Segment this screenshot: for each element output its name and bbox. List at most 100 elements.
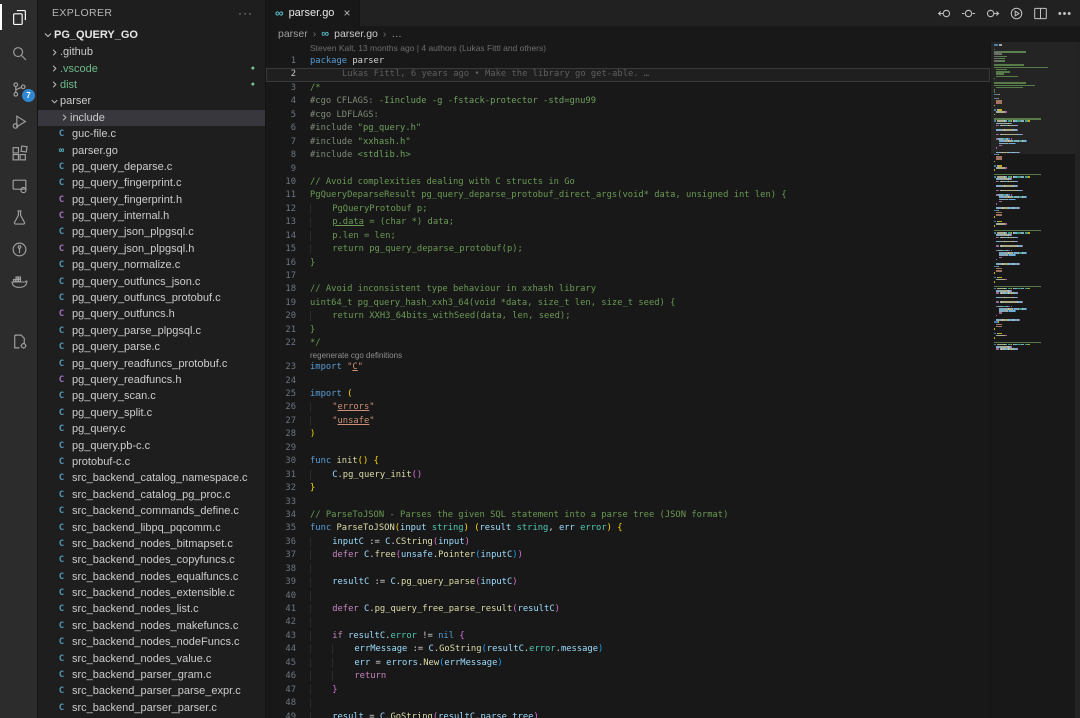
tree-file-pg_query_fingerprint.c[interactable]: Cpg_query_fingerprint.c <box>38 175 265 191</box>
line-number[interactable]: 12 <box>266 203 296 216</box>
play-circle-icon[interactable] <box>1009 6 1024 21</box>
line-number[interactable]: 45 <box>266 657 296 670</box>
line-number[interactable]: 7 <box>266 136 296 149</box>
line-number[interactable]: 24 <box>266 375 296 388</box>
line-number[interactable]: 49 <box>266 711 296 718</box>
code-line-33[interactable]: 33 <box>266 496 990 509</box>
activitybar-item-remote-explorer[interactable] <box>0 170 38 200</box>
code-line-29[interactable]: 29 <box>266 442 990 455</box>
code-line-2[interactable]: 2Lukas Fittl, 6 years ago • Make the lib… <box>266 68 990 81</box>
code-line-5[interactable]: 5#cgo LDFLAGS: <box>266 109 990 122</box>
code-line-32[interactable]: 32} <box>266 482 990 495</box>
tree-file-pg_query_json_plpgsql.h[interactable]: Cpg_query_json_plpgsql.h <box>38 241 265 257</box>
code-line-3[interactable]: 3/* <box>266 82 990 95</box>
code-line-23[interactable]: 23import "C" <box>266 361 990 374</box>
code-line-24[interactable]: 24 <box>266 375 990 388</box>
line-number[interactable]: 30 <box>266 455 296 468</box>
line-number[interactable]: 5 <box>266 109 296 122</box>
code-line-11[interactable]: 11PgQueryDeparseResult pg_query_deparse_… <box>266 189 990 202</box>
tree-file-src_backend_nodes_extensible.c[interactable]: Csrc_backend_nodes_extensible.c <box>38 585 265 601</box>
tree-folder-parser[interactable]: parser <box>38 93 265 109</box>
code-line-42[interactable]: 42 <box>266 616 990 629</box>
code-line-10[interactable]: 10// Avoid complexities dealing with C s… <box>266 176 990 189</box>
tree-file-pg_query_readfuncs.h[interactable]: Cpg_query_readfuncs.h <box>38 372 265 388</box>
line-number[interactable]: 33 <box>266 496 296 509</box>
tree-file-pg_query_json_plpgsql.c[interactable]: Cpg_query_json_plpgsql.c <box>38 224 265 240</box>
code-line-41[interactable]: 41 defer C.pg_query_free_parse_result(re… <box>266 603 990 616</box>
code-line-18[interactable]: 18// Avoid inconsistent type behaviour i… <box>266 283 990 296</box>
line-number[interactable]: 3 <box>266 82 296 95</box>
tree-file-src_backend_nodes_equalfuncs.c[interactable]: Csrc_backend_nodes_equalfuncs.c <box>38 569 265 585</box>
tree-file-src_backend_nodes_makefuncs.c[interactable]: Csrc_backend_nodes_makefuncs.c <box>38 618 265 634</box>
line-number[interactable]: 31 <box>266 469 296 482</box>
activitybar-item-project-manager[interactable] <box>0 326 38 356</box>
activitybar-item-search[interactable] <box>0 38 38 68</box>
line-number[interactable]: 38 <box>266 563 296 576</box>
activitybar-item-explorer[interactable] <box>0 2 38 32</box>
tree-file-parser.go[interactable]: ∞parser.go <box>38 142 265 158</box>
activitybar-item-run-and-debug[interactable] <box>0 106 38 136</box>
tree-file-src_backend_parser_parser.c[interactable]: Csrc_backend_parser_parser.c <box>38 700 265 716</box>
tree-file-pg_query.c[interactable]: Cpg_query.c <box>38 421 265 437</box>
code-line-12[interactable]: 12 PgQueryProtobuf p; <box>266 203 990 216</box>
line-number[interactable]: 36 <box>266 536 296 549</box>
minimap[interactable] <box>990 42 1075 718</box>
line-number[interactable]: 17 <box>266 270 296 283</box>
line-number[interactable]: 22 <box>266 337 296 350</box>
tree-folder-.github[interactable]: .github <box>38 44 265 60</box>
tree-file-protobuf-c.c[interactable]: Cprotobuf-c.c <box>38 454 265 470</box>
code-line-14[interactable]: 14 p.len = len; <box>266 230 990 243</box>
tree-file-pg_query_internal.h[interactable]: Cpg_query_internal.h <box>38 208 265 224</box>
tree-file-src_backend_catalog_pg_proc.c[interactable]: Csrc_backend_catalog_pg_proc.c <box>38 487 265 503</box>
circle-arrow-right-icon[interactable] <box>985 6 1000 21</box>
code-line-26[interactable]: 26 "errors" <box>266 401 990 414</box>
code-line-40[interactable]: 40 <box>266 590 990 603</box>
code-line-22[interactable]: 22*/ <box>266 337 990 350</box>
circle-dash-icon[interactable] <box>961 6 976 21</box>
tree-file-src_backend_parser_gram.c[interactable]: Csrc_backend_parser_gram.c <box>38 667 265 683</box>
code-line-34[interactable]: 34// ParseToJSON - Parses the given SQL … <box>266 509 990 522</box>
tree-file-src_backend_nodes_nodeFuncs.c[interactable]: Csrc_backend_nodes_nodeFuncs.c <box>38 634 265 650</box>
tree-file-src_backend_nodes_value.c[interactable]: Csrc_backend_nodes_value.c <box>38 650 265 666</box>
tree-file-src_backend_libpq_pqcomm.c[interactable]: Csrc_backend_libpq_pqcomm.c <box>38 519 265 535</box>
ellipsis-icon[interactable] <box>1057 6 1072 21</box>
line-number[interactable]: 16 <box>266 257 296 270</box>
line-number[interactable]: 48 <box>266 697 296 710</box>
overview-ruler[interactable] <box>1075 42 1080 718</box>
line-number[interactable]: 47 <box>266 684 296 697</box>
code-line-49[interactable]: 49 result = C.GoString(resultC.parse_tre… <box>266 711 990 718</box>
split-editor-icon[interactable] <box>1033 6 1048 21</box>
line-number[interactable]: 46 <box>266 670 296 683</box>
code-line-17[interactable]: 17 <box>266 270 990 283</box>
tree-file-src_backend_parser_parse_expr.c[interactable]: Csrc_backend_parser_parse_expr.c <box>38 683 265 699</box>
tree-file-src_backend_nodes_bitmapset.c[interactable]: Csrc_backend_nodes_bitmapset.c <box>38 536 265 552</box>
code-line-38[interactable]: 38 <box>266 563 990 576</box>
line-number[interactable]: 4 <box>266 95 296 108</box>
code-line-30[interactable]: 30func init() { <box>266 455 990 468</box>
code-line-7[interactable]: 7#include "xxhash.h" <box>266 136 990 149</box>
line-number[interactable]: 28 <box>266 428 296 441</box>
code-line-27[interactable]: 27 "unsafe" <box>266 415 990 428</box>
line-number[interactable]: 34 <box>266 509 296 522</box>
line-number[interactable]: 2 <box>266 68 296 81</box>
tree-file-src_backend_catalog_namespace.c[interactable]: Csrc_backend_catalog_namespace.c <box>38 470 265 486</box>
tree-file-pg_query_scan.c[interactable]: Cpg_query_scan.c <box>38 388 265 404</box>
tree-file-pg_query_parse.c[interactable]: Cpg_query_parse.c <box>38 339 265 355</box>
line-number[interactable]: 39 <box>266 576 296 589</box>
code-line-6[interactable]: 6#include "pg_query.h" <box>266 122 990 135</box>
close-icon[interactable]: × <box>343 6 350 20</box>
line-number[interactable]: 18 <box>266 283 296 296</box>
line-number[interactable]: 26 <box>266 401 296 414</box>
tree-file-pg_query_outfuncs_protobuf.c[interactable]: Cpg_query_outfuncs_protobuf.c <box>38 290 265 306</box>
tree-folder-include[interactable]: include <box>38 110 265 126</box>
codelens-regenerate-cgo[interactable]: regenerate cgo definitions <box>266 351 990 362</box>
code-line-35[interactable]: 35func ParseToJSON(input string) (result… <box>266 522 990 535</box>
line-number[interactable]: 6 <box>266 122 296 135</box>
line-number[interactable]: 9 <box>266 163 296 176</box>
line-number[interactable]: 32 <box>266 482 296 495</box>
explorer-more-actions-icon[interactable]: ··· <box>238 6 253 20</box>
tree-file-src_backend_nodes_list.c[interactable]: Csrc_backend_nodes_list.c <box>38 601 265 617</box>
circle-arrow-left-icon[interactable] <box>937 6 952 21</box>
code-line-37[interactable]: 37 defer C.free(unsafe.Pointer(inputC)) <box>266 549 990 562</box>
code-line-25[interactable]: 25import ( <box>266 388 990 401</box>
